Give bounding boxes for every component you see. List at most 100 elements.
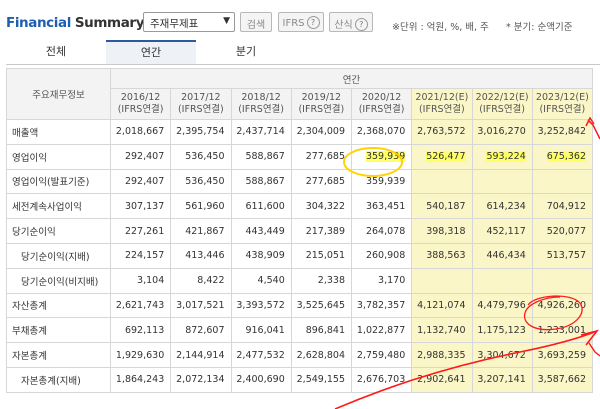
cell-value: 292,407 xyxy=(124,151,165,163)
cell-value: 2,400,690 xyxy=(236,374,285,386)
cell-value: 3,693,259 xyxy=(537,349,586,361)
table-cell: 2,621,743 xyxy=(109,292,172,319)
table-cell: 4,121,074 xyxy=(411,292,473,319)
tab-all[interactable]: 전체 xyxy=(6,40,106,64)
table-cell: 2,437,714 xyxy=(230,119,292,145)
table-cell: 4,926,260 xyxy=(531,292,594,319)
column-header: 2018/12 (IFRS연결) xyxy=(230,88,292,120)
table-cell: 2,477,532 xyxy=(230,342,292,368)
table-cell: 692,113 xyxy=(109,317,172,344)
row-label: 당기순이익(비지배) xyxy=(6,267,111,294)
column-year: 2021/12(E) xyxy=(415,92,469,103)
table-cell: 611,600 xyxy=(230,193,292,220)
column-year: 2018/12 xyxy=(241,92,281,103)
cell-value: 438,909 xyxy=(245,250,285,262)
table-cell: 3,017,521 xyxy=(170,292,232,319)
cell-value: 2,763,572 xyxy=(417,126,466,138)
period-tabs: 전체 연간 분기 xyxy=(6,40,600,65)
cell-value: 3,017,521 xyxy=(176,299,225,311)
column-year: 2020/12 xyxy=(361,92,402,103)
cell-value: 398,318 xyxy=(426,225,466,237)
cell-value: 675,362 xyxy=(546,151,586,163)
column-basis: (IFRS연결) xyxy=(238,104,285,115)
cell-value: 588,867 xyxy=(245,151,285,163)
cell-value: 443,449 xyxy=(245,225,285,237)
summary-toolbar: Financial Summary 주재무제표 ▼ 검색 IFRS? 산식? ※… xyxy=(0,0,600,44)
table-cell xyxy=(411,168,473,195)
cell-value: 388,563 xyxy=(426,250,466,262)
cell-value: 526,477 xyxy=(426,151,466,163)
help-icon: ? xyxy=(306,16,320,29)
table-cell: 3,587,662 xyxy=(531,366,594,393)
cell-value: 2,902,641 xyxy=(417,374,466,386)
table-cell: 3,207,141 xyxy=(471,366,533,393)
row-label: 세전계속사업이익 xyxy=(6,193,111,220)
cell-value: 2,477,532 xyxy=(236,349,285,361)
cell-value: 1,175,123 xyxy=(477,324,526,336)
cell-value: 896,841 xyxy=(305,324,345,336)
search-button[interactable]: 검색 xyxy=(240,12,272,32)
table-cell xyxy=(411,267,473,294)
table-cell: 217,389 xyxy=(290,218,353,244)
table-cell: 1,864,243 xyxy=(109,366,172,393)
table-row: 세전계속사업이익 307,137 561,960 611,600 304,322 363,… xyxy=(6,193,594,220)
cell-value: 588,867 xyxy=(245,175,285,187)
ifrs-button[interactable]: IFRS? xyxy=(278,12,324,32)
tab-annual[interactable]: 연간 xyxy=(106,40,196,64)
cell-value: 215,051 xyxy=(305,250,345,262)
cell-value: 2,395,754 xyxy=(176,126,225,138)
table-cell: 520,077 xyxy=(531,218,594,244)
cell-value: 1,132,740 xyxy=(417,324,466,336)
table-row: 영업이익(발표기준) 292,407 536,450 588,867 277,685 35… xyxy=(6,168,594,195)
row-label: 당기순이익 xyxy=(6,218,111,244)
table-cell: 421,867 xyxy=(170,218,232,244)
cell-value: 2,676,703 xyxy=(356,374,406,386)
column-year: 2016/12 xyxy=(120,92,161,103)
formula-button-label: 산식 xyxy=(334,20,353,31)
table-cell: 413,446 xyxy=(170,242,232,269)
table-cell: 526,477 xyxy=(411,143,473,170)
table-cell: 513,757 xyxy=(531,242,594,269)
formula-button[interactable]: 산식? xyxy=(329,12,373,32)
cell-value: 2,437,714 xyxy=(236,126,285,138)
financial-summary-table: 주요재무정보 연간 2016/12 (IFRS연결) 2017/12 (IFRS연결)… xyxy=(6,68,594,393)
table-cell: 3,252,842 xyxy=(531,119,594,145)
table-cell: 2,018,667 xyxy=(109,119,172,145)
cell-value: 292,407 xyxy=(124,175,165,187)
cell-value: 227,261 xyxy=(124,225,165,237)
cell-value: 277,685 xyxy=(305,151,345,163)
table-cell: 3,016,270 xyxy=(471,119,533,145)
annual-group-header: 연간 xyxy=(110,68,593,89)
cell-value: 3,016,270 xyxy=(477,126,526,138)
column-header: 2022/12(E) (IFRS연결) xyxy=(471,88,533,120)
cell-value: 224,157 xyxy=(124,250,165,262)
table-cell: 1,132,740 xyxy=(411,317,473,344)
table-cell: 2,549,155 xyxy=(290,366,353,393)
corner-header: 주요재무정보 xyxy=(6,68,111,120)
cell-value: 359,939 xyxy=(365,151,406,163)
cell-value: 692,113 xyxy=(124,324,165,336)
table-cell: 1,233,001 xyxy=(531,317,594,344)
unit-note: ※단위 : 억원, %, 배, 주 xyxy=(392,22,489,33)
cell-value: 3,207,141 xyxy=(477,374,526,386)
column-header: 2016/12 (IFRS연결) xyxy=(109,88,172,120)
cell-value: 2,628,804 xyxy=(296,349,345,361)
table-cell: 3,170 xyxy=(350,267,413,294)
table-cell: 3,525,645 xyxy=(290,292,353,319)
cell-value: 1,233,001 xyxy=(537,324,586,336)
column-year: 2023/12(E) xyxy=(535,92,589,103)
cell-value: 536,450 xyxy=(185,175,225,187)
table-cell: 588,867 xyxy=(230,168,292,195)
tab-quarterly[interactable]: 분기 xyxy=(196,40,296,64)
table-cell: 307,137 xyxy=(109,193,172,220)
cell-value: 916,041 xyxy=(245,324,285,336)
table-cell xyxy=(531,267,594,294)
cell-value: 217,389 xyxy=(305,225,345,237)
row-label: 자본총계(지배) xyxy=(6,366,111,393)
section-title: Financial Summary xyxy=(6,15,145,31)
row-label: 부채총계 xyxy=(6,317,111,344)
ifrs-button-label: IFRS xyxy=(282,18,305,29)
statement-type-select[interactable]: 주재무제표 ▼ xyxy=(143,12,235,32)
table-cell: 3,782,357 xyxy=(350,292,413,319)
cell-value: 8,422 xyxy=(197,275,225,287)
